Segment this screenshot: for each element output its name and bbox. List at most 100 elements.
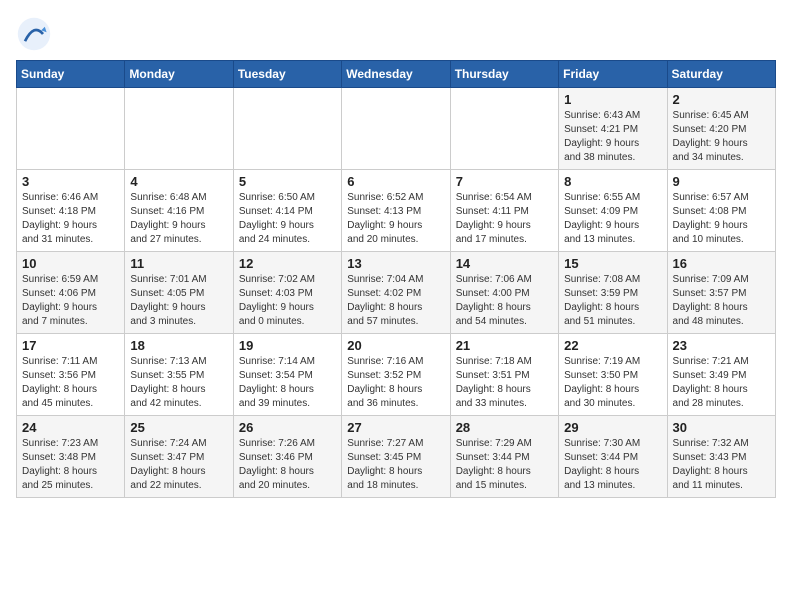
day-number: 30 — [673, 420, 770, 435]
day-number: 14 — [456, 256, 553, 271]
calendar-cell — [342, 88, 450, 170]
day-info: Sunrise: 6:45 AM Sunset: 4:20 PM Dayligh… — [673, 109, 770, 165]
calendar-cell: 13Sunrise: 7:04 AM Sunset: 4:02 PM Dayli… — [342, 252, 450, 334]
calendar-cell: 5 Sunrise: 6:50 AM Sunset: 4:14 PM Daylig… — [233, 170, 341, 252]
calendar-cell: 20 Sunrise: 7:16 AM Sunset: 3:52 PM Dayli… — [342, 334, 450, 416]
day-info: Sunrise: 6:55 AM Sunset: 4:09 PM Dayligh… — [564, 191, 661, 247]
day-info: Sunrise: 7:16 AM Sunset: 3:52 PM Dayligh… — [347, 355, 444, 411]
calendar-week-row: 10 Sunrise: 6:59 AM Sunset: 4:06 PM Dayli… — [17, 252, 776, 334]
day-header-monday: Monday — [125, 61, 233, 88]
calendar-cell — [17, 88, 125, 170]
day-info: Sunrise: 7:29 AM Sunset: 3:44 PM Dayligh… — [456, 437, 553, 493]
calendar-cell: 4Sunrise: 6:48 AM Sunset: 4:16 PM Daylig… — [125, 170, 233, 252]
calendar-cell: 1 Sunrise: 6:43 AM Sunset: 4:21 PM Daylig… — [559, 88, 667, 170]
day-number: 1 — [564, 92, 661, 107]
calendar-cell: 22 Sunrise: 7:19 AM Sunset: 3:50 PM Dayli… — [559, 334, 667, 416]
day-info: Sunrise: 7:23 AM Sunset: 3:48 PM Dayligh… — [22, 437, 119, 493]
day-number: 5 — [239, 174, 336, 189]
day-info: Sunrise: 7:18 AM Sunset: 3:51 PM Dayligh… — [456, 355, 553, 411]
day-info: Sunrise: 7:27 AM Sunset: 3:45 PM Dayligh… — [347, 437, 444, 493]
day-number: 15 — [564, 256, 661, 271]
calendar-header-row: SundayMondayTuesdayWednesdayThursdayFrid… — [17, 61, 776, 88]
day-number: 25 — [130, 420, 227, 435]
day-number: 24 — [22, 420, 119, 435]
day-number: 29 — [564, 420, 661, 435]
calendar-cell: 11Sunrise: 7:01 AM Sunset: 4:05 PM Dayli… — [125, 252, 233, 334]
day-info: Sunrise: 7:21 AM Sunset: 3:49 PM Dayligh… — [673, 355, 770, 411]
calendar-cell: 26 Sunrise: 7:26 AM Sunset: 3:46 PM Dayli… — [233, 416, 341, 498]
day-info: Sunrise: 7:26 AM Sunset: 3:46 PM Dayligh… — [239, 437, 336, 493]
day-info: Sunrise: 6:57 AM Sunset: 4:08 PM Dayligh… — [673, 191, 770, 247]
day-info: Sunrise: 6:59 AM Sunset: 4:06 PM Dayligh… — [22, 273, 119, 329]
calendar-week-row: 17 Sunrise: 7:11 AM Sunset: 3:56 PM Dayli… — [17, 334, 776, 416]
day-info: Sunrise: 6:52 AM Sunset: 4:13 PM Dayligh… — [347, 191, 444, 247]
day-number: 17 — [22, 338, 119, 353]
calendar-cell: 30Sunrise: 7:32 AM Sunset: 3:43 PM Dayli… — [667, 416, 775, 498]
day-info: Sunrise: 6:43 AM Sunset: 4:21 PM Dayligh… — [564, 109, 661, 165]
calendar-cell: 7 Sunrise: 6:54 AM Sunset: 4:11 PM Daylig… — [450, 170, 558, 252]
calendar-cell — [233, 88, 341, 170]
calendar-week-row: 24 Sunrise: 7:23 AM Sunset: 3:48 PM Dayli… — [17, 416, 776, 498]
calendar-cell: 18Sunrise: 7:13 AM Sunset: 3:55 PM Dayli… — [125, 334, 233, 416]
day-header-tuesday: Tuesday — [233, 61, 341, 88]
day-info: Sunrise: 7:08 AM Sunset: 3:59 PM Dayligh… — [564, 273, 661, 329]
calendar-cell: 28Sunrise: 7:29 AM Sunset: 3:44 PM Dayli… — [450, 416, 558, 498]
calendar-week-row: 3 Sunrise: 6:46 AM Sunset: 4:18 PM Daylig… — [17, 170, 776, 252]
day-info: Sunrise: 7:11 AM Sunset: 3:56 PM Dayligh… — [22, 355, 119, 411]
day-info: Sunrise: 7:13 AM Sunset: 3:55 PM Dayligh… — [130, 355, 227, 411]
day-header-thursday: Thursday — [450, 61, 558, 88]
calendar-cell: 6 Sunrise: 6:52 AM Sunset: 4:13 PM Daylig… — [342, 170, 450, 252]
day-info: Sunrise: 7:24 AM Sunset: 3:47 PM Dayligh… — [130, 437, 227, 493]
day-number: 13 — [347, 256, 444, 271]
calendar-cell: 16 Sunrise: 7:09 AM Sunset: 3:57 PM Dayli… — [667, 252, 775, 334]
day-info: Sunrise: 6:54 AM Sunset: 4:11 PM Dayligh… — [456, 191, 553, 247]
calendar-cell: 27 Sunrise: 7:27 AM Sunset: 3:45 PM Dayli… — [342, 416, 450, 498]
day-number: 10 — [22, 256, 119, 271]
calendar-cell: 9 Sunrise: 6:57 AM Sunset: 4:08 PM Daylig… — [667, 170, 775, 252]
day-number: 26 — [239, 420, 336, 435]
day-info: Sunrise: 6:46 AM Sunset: 4:18 PM Dayligh… — [22, 191, 119, 247]
day-number: 22 — [564, 338, 661, 353]
page-header — [16, 16, 776, 52]
day-number: 21 — [456, 338, 553, 353]
calendar-cell: 15 Sunrise: 7:08 AM Sunset: 3:59 PM Dayli… — [559, 252, 667, 334]
day-info: Sunrise: 7:09 AM Sunset: 3:57 PM Dayligh… — [673, 273, 770, 329]
day-number: 7 — [456, 174, 553, 189]
day-info: Sunrise: 7:01 AM Sunset: 4:05 PM Dayligh… — [130, 273, 227, 329]
calendar-cell: 23 Sunrise: 7:21 AM Sunset: 3:49 PM Dayli… — [667, 334, 775, 416]
day-number: 12 — [239, 256, 336, 271]
day-number: 16 — [673, 256, 770, 271]
calendar-cell: 17 Sunrise: 7:11 AM Sunset: 3:56 PM Dayli… — [17, 334, 125, 416]
calendar-cell — [125, 88, 233, 170]
calendar-cell: 21 Sunrise: 7:18 AM Sunset: 3:51 PM Dayli… — [450, 334, 558, 416]
calendar-cell: 29 Sunrise: 7:30 AM Sunset: 3:44 PM Dayli… — [559, 416, 667, 498]
day-number: 23 — [673, 338, 770, 353]
day-header-friday: Friday — [559, 61, 667, 88]
day-number: 2 — [673, 92, 770, 107]
day-info: Sunrise: 6:50 AM Sunset: 4:14 PM Dayligh… — [239, 191, 336, 247]
calendar-cell: 24 Sunrise: 7:23 AM Sunset: 3:48 PM Dayli… — [17, 416, 125, 498]
logo — [16, 16, 56, 52]
calendar-cell: 3 Sunrise: 6:46 AM Sunset: 4:18 PM Daylig… — [17, 170, 125, 252]
calendar-cell: 19 Sunrise: 7:14 AM Sunset: 3:54 PM Dayli… — [233, 334, 341, 416]
day-info: Sunrise: 7:14 AM Sunset: 3:54 PM Dayligh… — [239, 355, 336, 411]
day-number: 6 — [347, 174, 444, 189]
calendar-week-row: 1 Sunrise: 6:43 AM Sunset: 4:21 PM Daylig… — [17, 88, 776, 170]
day-number: 20 — [347, 338, 444, 353]
day-info: Sunrise: 6:48 AM Sunset: 4:16 PM Dayligh… — [130, 191, 227, 247]
day-number: 9 — [673, 174, 770, 189]
calendar-cell: 2 Sunrise: 6:45 AM Sunset: 4:20 PM Daylig… — [667, 88, 775, 170]
calendar-cell: 12 Sunrise: 7:02 AM Sunset: 4:03 PM Dayli… — [233, 252, 341, 334]
day-number: 27 — [347, 420, 444, 435]
day-info: Sunrise: 7:02 AM Sunset: 4:03 PM Dayligh… — [239, 273, 336, 329]
day-number: 3 — [22, 174, 119, 189]
calendar-cell: 14Sunrise: 7:06 AM Sunset: 4:00 PM Dayli… — [450, 252, 558, 334]
calendar-cell — [450, 88, 558, 170]
day-number: 8 — [564, 174, 661, 189]
day-number: 19 — [239, 338, 336, 353]
logo-icon — [16, 16, 52, 52]
day-header-wednesday: Wednesday — [342, 61, 450, 88]
day-info: Sunrise: 7:19 AM Sunset: 3:50 PM Dayligh… — [564, 355, 661, 411]
calendar-cell: 10 Sunrise: 6:59 AM Sunset: 4:06 PM Dayli… — [17, 252, 125, 334]
day-info: Sunrise: 7:30 AM Sunset: 3:44 PM Dayligh… — [564, 437, 661, 493]
